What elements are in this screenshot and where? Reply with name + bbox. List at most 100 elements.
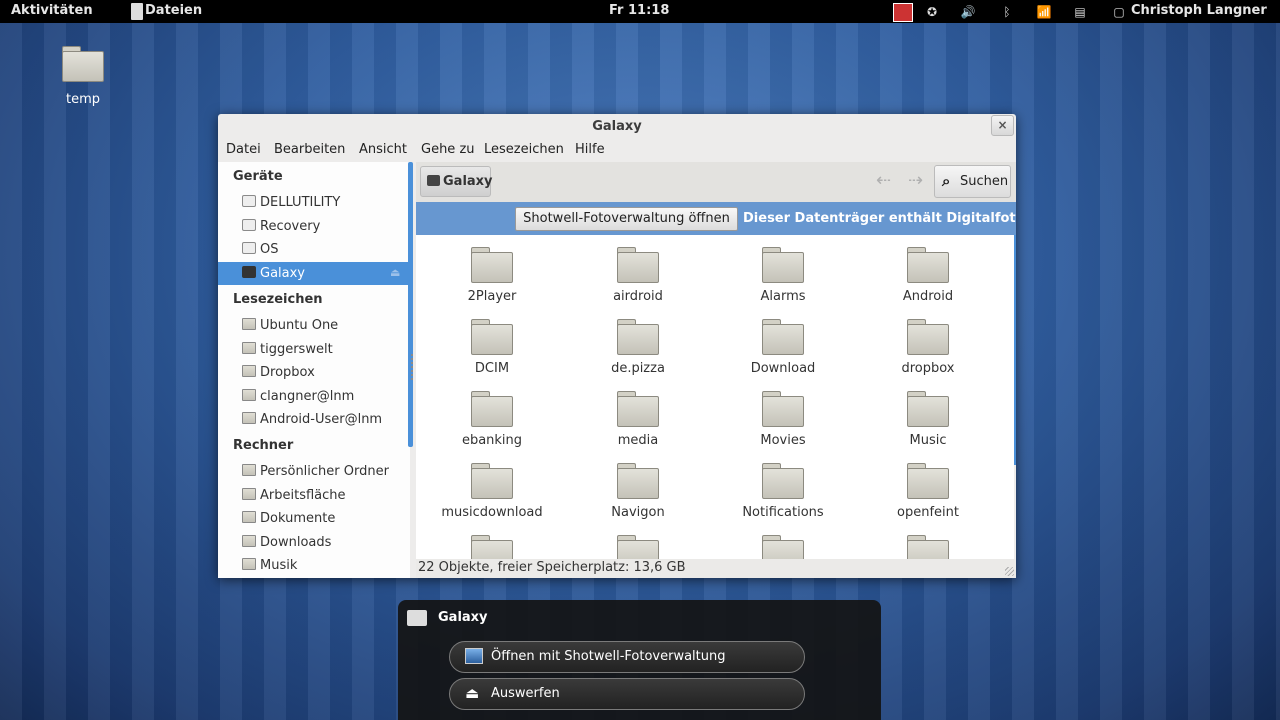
- app-menu[interactable]: Dateien: [145, 3, 202, 18]
- file-item-dcim[interactable]: DCIM: [422, 319, 562, 376]
- menu-bearbeiten[interactable]: Bearbeiten: [274, 142, 345, 157]
- path-button-galaxy[interactable]: Galaxy: [420, 166, 493, 197]
- back-arrow-icon[interactable]: ⇠: [876, 170, 891, 191]
- folder-icon: [617, 535, 659, 559]
- folder-icon: [762, 247, 804, 283]
- menu-ansicht[interactable]: Ansicht: [359, 142, 407, 157]
- sidebar-heading-bookmarks: Lesezeichen: [233, 292, 323, 307]
- desktop-folder-temp[interactable]: temp: [56, 46, 110, 107]
- file-item-android[interactable]: Android: [858, 247, 998, 304]
- resize-grip-icon[interactable]: [1005, 567, 1014, 576]
- folder-icon: [471, 463, 513, 499]
- status-bar: 22 Objekte, freier Speicherplatz: 13,6 G…: [416, 559, 1016, 578]
- sidebar-item-tiggerswelt[interactable]: tiggerswelt: [218, 338, 408, 361]
- file-item-navigon[interactable]: Navigon: [568, 463, 708, 520]
- file-item-de-pizza[interactable]: de.pizza: [568, 319, 708, 376]
- open-shotwell-button[interactable]: Shotwell-Fotoverwaltung öffnen: [515, 207, 738, 231]
- sidebar-item-music[interactable]: Musik: [218, 554, 408, 577]
- sidebar-item-os[interactable]: OS: [218, 238, 408, 261]
- info-bar: Shotwell-Fotoverwaltung öffnen Dieser Da…: [416, 202, 1016, 235]
- file-item-openfeint[interactable]: openfeint: [858, 463, 998, 520]
- folder-icon: [907, 391, 949, 427]
- file-item-alarms[interactable]: Alarms: [713, 247, 853, 304]
- top-panel: Aktivitäten Dateien Fr 11:18 ✪ 🔊 ᛒ 📶 ▤ ▢…: [0, 0, 1280, 23]
- folder-icon: [242, 342, 256, 354]
- desktop-icon-label: temp: [65, 92, 100, 107]
- file-item-airdroid[interactable]: airdroid: [568, 247, 708, 304]
- titlebar[interactable]: Galaxy ×: [218, 114, 1016, 139]
- sidebar-item-desktop[interactable]: Arbeitsfläche: [218, 484, 408, 507]
- file-view-scrollbar[interactable]: [1014, 235, 1016, 465]
- shotwell-icon: [465, 648, 483, 664]
- file-item-musicdownload[interactable]: musicdownload: [422, 463, 562, 520]
- file-manager-window: Galaxy × Datei Bearbeiten Ansicht Gehe z…: [218, 114, 1016, 578]
- folder-icon: [762, 319, 804, 355]
- folder-icon: [907, 319, 949, 355]
- file-item-partial[interactable]: [422, 535, 562, 559]
- status-text: 22 Objekte, freier Speicherplatz: 13,6 G…: [418, 560, 686, 575]
- file-item-media[interactable]: media: [568, 391, 708, 448]
- screen-icon[interactable]: [893, 3, 913, 22]
- eject-button[interactable]: ⏏ Auswerfen: [449, 678, 805, 710]
- volume-icon[interactable]: 🔊: [959, 3, 977, 20]
- folder-icon: [617, 319, 659, 355]
- accessibility-icon[interactable]: ✪: [923, 3, 941, 20]
- open-with-shotwell-button[interactable]: Öffnen mit Shotwell-Fotoverwaltung: [449, 641, 805, 673]
- folder-icon: [907, 247, 949, 283]
- sidebar-item-dropbox[interactable]: Dropbox: [218, 361, 408, 384]
- sidebar-item-recovery[interactable]: Recovery: [218, 215, 408, 238]
- sidebar-item-galaxy[interactable]: Galaxy ⏏: [218, 262, 408, 285]
- sidebar-item-documents[interactable]: Dokumente: [218, 507, 408, 530]
- folder-icon: [762, 535, 804, 559]
- file-item-movies[interactable]: Movies: [713, 391, 853, 448]
- menu-gehe-zu[interactable]: Gehe zu: [421, 142, 475, 157]
- sidebar-item-dellutility[interactable]: DELLUTILITY: [218, 191, 408, 214]
- file-item-partial[interactable]: [713, 535, 853, 559]
- sidebar-item-ubuntu-one[interactable]: Ubuntu One: [218, 314, 408, 337]
- sidebar-item-downloads[interactable]: Downloads: [218, 531, 408, 554]
- clipboard-icon[interactable]: ▤: [1071, 3, 1089, 20]
- desktop-folder-icon: [242, 488, 256, 500]
- eject-icon[interactable]: ⏏: [390, 266, 400, 279]
- network-folder-icon: [242, 412, 256, 424]
- close-button[interactable]: ×: [991, 115, 1014, 136]
- folder-icon: [62, 46, 104, 82]
- folder-icon: [617, 247, 659, 283]
- file-item-partial[interactable]: [858, 535, 998, 559]
- user-icon[interactable]: ▢: [1110, 3, 1128, 20]
- forward-arrow-icon[interactable]: ⇢: [908, 170, 923, 191]
- camera-icon: [242, 266, 256, 278]
- activities-button[interactable]: Aktivitäten: [11, 3, 93, 18]
- file-item-2player[interactable]: 2Player: [422, 247, 562, 304]
- user-menu[interactable]: Christoph Langner: [1131, 3, 1267, 18]
- documents-folder-icon: [242, 511, 256, 523]
- menu-lesezeichen[interactable]: Lesezeichen: [484, 142, 564, 157]
- clock[interactable]: Fr 11:18: [609, 3, 669, 18]
- menu-datei[interactable]: Datei: [226, 142, 261, 157]
- wifi-icon[interactable]: 📶: [1035, 3, 1053, 20]
- file-view: 2Player airdroid Alarms Android DCIM de.…: [416, 235, 1014, 559]
- home-folder-icon: [242, 464, 256, 476]
- files-app-icon: [131, 3, 143, 20]
- drive-icon: [242, 195, 256, 207]
- sidebar-scrollbar[interactable]: [408, 162, 413, 447]
- file-item-dropbox[interactable]: dropbox: [858, 319, 998, 376]
- file-item-notifications[interactable]: Notifications: [713, 463, 853, 520]
- folder-icon: [242, 365, 256, 377]
- file-item-partial[interactable]: [568, 535, 708, 559]
- info-message: Dieser Datenträger enthält Digitalfotos.: [743, 211, 1016, 226]
- sidebar-item-android-user-lnm[interactable]: Android-User@lnm: [218, 408, 408, 431]
- folder-icon: [907, 463, 949, 499]
- window-title: Galaxy: [592, 119, 642, 134]
- sidebar: Geräte DELLUTILITY Recovery OS Galaxy ⏏ L…: [218, 162, 410, 578]
- search-button[interactable]: ⌕ Suchen: [934, 165, 1011, 198]
- file-item-ebanking[interactable]: ebanking: [422, 391, 562, 448]
- device-notification: Galaxy Öffnen mit Shotwell-Fotoverwaltun…: [398, 600, 881, 720]
- sidebar-item-home[interactable]: Persönlicher Ordner: [218, 460, 408, 483]
- file-item-music[interactable]: Music: [858, 391, 998, 448]
- file-item-download[interactable]: Download: [713, 319, 853, 376]
- bluetooth-icon[interactable]: ᛒ: [998, 3, 1016, 20]
- menu-hilfe[interactable]: Hilfe: [575, 142, 605, 157]
- sidebar-item-clangner-lnm[interactable]: clangner@lnm: [218, 385, 408, 408]
- folder-icon: [471, 319, 513, 355]
